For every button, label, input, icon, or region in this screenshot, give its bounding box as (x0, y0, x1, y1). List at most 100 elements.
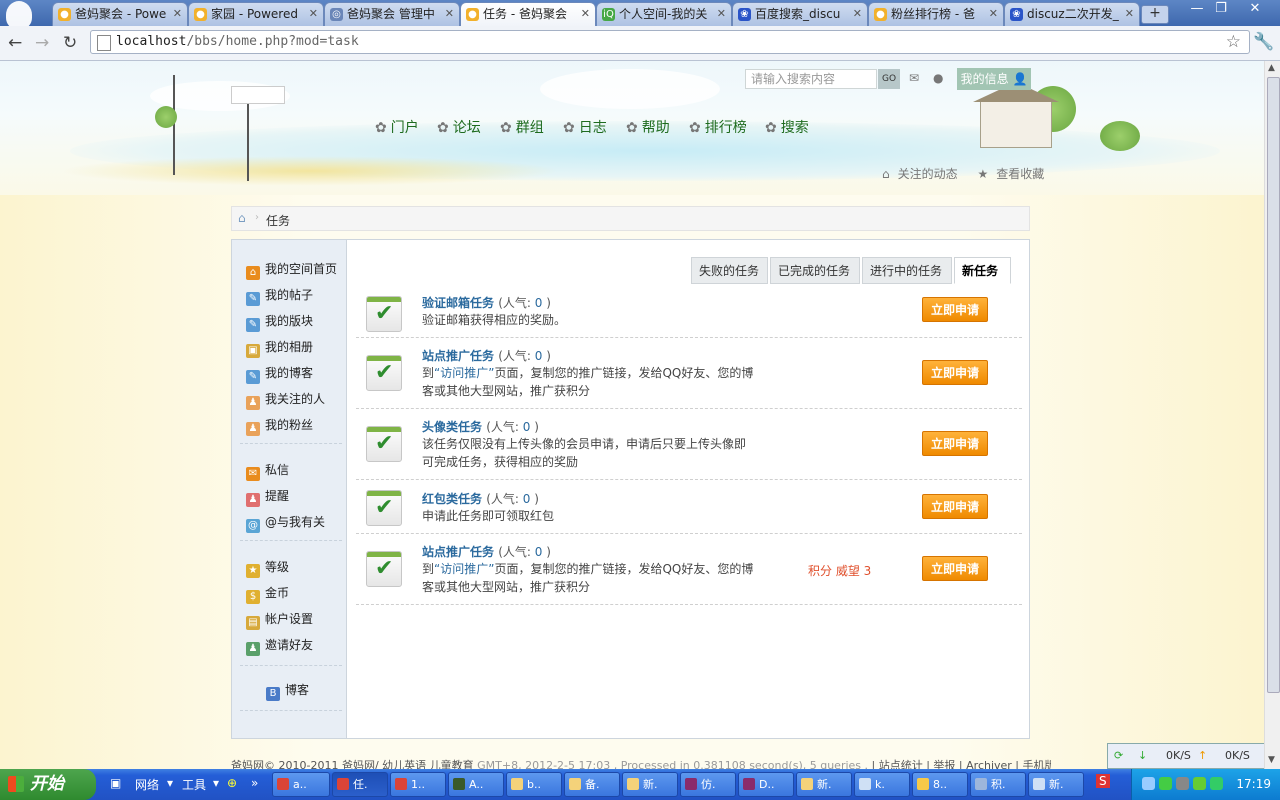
footer-links[interactable]: | 站点统计 | 举报 | Archiver | 手机版 (872, 759, 1051, 769)
new-tab-button[interactable]: + (1141, 5, 1169, 24)
minimize-button[interactable]: — (1184, 0, 1210, 18)
scroll-up-icon[interactable]: ▲ (1268, 63, 1275, 73)
nav-item-group[interactable]: ✿ 群组 (500, 117, 544, 137)
sidebar-item-mentions[interactable]: @ @与我有关 (246, 512, 325, 533)
bubble-icon[interactable]: ● (933, 71, 943, 85)
tab-close-icon[interactable]: ✕ (445, 3, 454, 25)
task-title[interactable]: 红包类任务 (人气: 0 ) (422, 490, 539, 507)
taskbar-button[interactable]: 仿. (680, 772, 736, 797)
taskbar-button[interactable]: k. (854, 772, 910, 797)
tab-close-icon[interactable]: ✕ (1125, 3, 1134, 25)
taskbar-button[interactable]: A.. (448, 772, 504, 797)
nav-item-blog[interactable]: ✿ 日志 (563, 117, 607, 137)
sidebar-item-messages[interactable]: ✉ 私信 (246, 460, 289, 481)
tab-close-icon[interactable]: ✕ (173, 3, 182, 25)
apply-task-button[interactable]: 立即申请 (922, 297, 988, 322)
taskbar-button[interactable]: D.. (738, 772, 794, 797)
nav-item-help[interactable]: ✿ 帮助 (626, 117, 670, 137)
bookmark-star-icon[interactable]: ☆ (1226, 32, 1241, 52)
promotion-link[interactable]: “访问推广” (434, 366, 494, 380)
apply-task-button[interactable]: 立即申请 (922, 494, 988, 519)
taskbar-button[interactable]: 新. (622, 772, 678, 797)
search-input[interactable]: 请输入搜索内容 (745, 69, 877, 89)
back-arrow-icon[interactable]: ← (8, 33, 22, 53)
tab-completed-tasks[interactable]: 已完成的任务 (770, 257, 860, 284)
sidebar-item-posts[interactable]: ✎ 我的帖子 (246, 285, 313, 306)
dropdown-arrow-icon[interactable]: ▾ (213, 776, 219, 790)
apply-task-button[interactable]: 立即申请 (922, 556, 988, 581)
dropdown-arrow-icon[interactable]: ▾ (167, 776, 173, 790)
tab-close-icon[interactable]: ✕ (853, 3, 862, 25)
clock[interactable]: 17:19 (1236, 777, 1271, 791)
tab-close-icon[interactable]: ✕ (717, 3, 726, 25)
tab-close-icon[interactable]: ✕ (989, 3, 998, 25)
taskbar-button[interactable]: a.. (272, 772, 330, 797)
wrench-icon[interactable]: 🔧 (1253, 32, 1274, 52)
tab-close-icon[interactable]: ✕ (309, 3, 318, 25)
nav-item-forum[interactable]: ✿ 论坛 (437, 117, 481, 137)
browser-tab-active[interactable]: ● 任务 - 爸妈聚会 ✕ (460, 2, 596, 26)
nav-item-ranking[interactable]: ✿ 排行榜 (689, 117, 747, 137)
browser-tab[interactable]: ❀ 百度搜索_discu ✕ (732, 2, 868, 26)
apply-task-button[interactable]: 立即申请 (922, 360, 988, 385)
tray-shield-icon[interactable] (1210, 777, 1223, 790)
search-go-button[interactable]: GO (878, 69, 900, 89)
browser-tab[interactable]: iQ 个人空间-我的关 ✕ (596, 2, 732, 26)
url-text[interactable]: localhost/bbs/home.php?mod=task (116, 34, 359, 49)
tab-ongoing-tasks[interactable]: 进行中的任务 (862, 257, 952, 284)
taskbar-button[interactable]: 1.. (390, 772, 446, 797)
tab-failed-tasks[interactable]: 失败的任务 (691, 257, 768, 284)
mail-icon[interactable]: ✉ (909, 71, 919, 85)
address-bar[interactable]: localhost/bbs/home.php?mod=task ☆ (90, 30, 1250, 54)
sidebar-item-level[interactable]: ★ 等级 (246, 557, 289, 578)
forward-arrow-icon[interactable]: → (35, 33, 49, 53)
home-icon[interactable]: ⌂ (238, 211, 246, 225)
tab-new-tasks[interactable]: 新任务 (954, 257, 1011, 284)
tray-speaker-icon[interactable] (1176, 777, 1189, 790)
vertical-scrollbar[interactable]: ▲ ▼ (1264, 61, 1280, 769)
add-circle-icon[interactable]: ⊕ (227, 776, 237, 790)
followed-feed-link[interactable]: ⌂ 关注的动态 (882, 167, 966, 181)
nav-item-search[interactable]: ✿ 搜索 (765, 117, 809, 137)
sidebar-item-space-home[interactable]: ⌂ 我的空间首页 (246, 259, 337, 280)
task-title[interactable]: 验证邮箱任务 (人气: 0 ) (422, 294, 551, 311)
browser-tab[interactable]: ● 粉丝排行榜 - 爸 ✕ (868, 2, 1004, 26)
sidebar-item-album[interactable]: ▣ 我的相册 (246, 337, 313, 358)
task-title[interactable]: 站点推广任务 (人气: 0 ) (422, 347, 551, 364)
task-title[interactable]: 站点推广任务 (人气: 0 ) (422, 543, 551, 560)
tab-close-icon[interactable]: ✕ (581, 3, 590, 25)
close-window-button[interactable]: ✕ (1242, 0, 1268, 18)
quick-launch-icon[interactable]: ▣ (110, 776, 121, 790)
sidebar-item-account-settings[interactable]: ▤ 帐户设置 (246, 609, 313, 630)
browser-tab[interactable]: ● 家园 - Powered ✕ (188, 2, 324, 26)
sogou-icon[interactable]: S (1096, 774, 1110, 788)
taskbar-button[interactable]: 8.. (912, 772, 968, 797)
reload-icon[interactable]: ↻ (63, 33, 77, 53)
quick-launch-network[interactable]: 网络 (135, 776, 159, 793)
taskbar-button[interactable]: 新. (796, 772, 852, 797)
favorites-link[interactable]: ★ 查看收藏 (977, 167, 1052, 181)
promotion-link[interactable]: “访问推广” (434, 562, 494, 576)
maximize-button[interactable]: ❐ (1208, 0, 1234, 18)
taskbar-button[interactable]: 积. (970, 772, 1026, 797)
sidebar-item-boards[interactable]: ✎ 我的版块 (246, 311, 313, 332)
sidebar-item-blog-app[interactable]: B 博客 (266, 680, 309, 701)
browser-tab[interactable]: ◎ 爸妈聚会 管理中 ✕ (324, 2, 460, 26)
quick-launch-tools[interactable]: 工具 (182, 776, 206, 793)
task-title[interactable]: 头像类任务 (人气: 0 ) (422, 418, 539, 435)
sidebar-item-following[interactable]: ♟ 我关注的人 (246, 389, 325, 410)
sidebar-item-blog[interactable]: ✎ 我的博客 (246, 363, 313, 384)
browser-tab[interactable]: ● 爸妈聚会 - Powe ✕ (52, 2, 188, 26)
nav-item-portal[interactable]: ✿ 门户 (375, 117, 419, 137)
scrollbar-thumb[interactable] (1267, 77, 1280, 693)
more-chevron-icon[interactable]: » (251, 776, 258, 790)
taskbar-button[interactable]: b.. (506, 772, 562, 797)
sidebar-item-fans[interactable]: ♟ 我的粉丝 (246, 415, 313, 436)
scroll-down-icon[interactable]: ▼ (1268, 755, 1275, 765)
tray-network-icon[interactable] (1142, 777, 1155, 790)
taskbar-button[interactable]: 新. (1028, 772, 1084, 797)
my-info-button[interactable]: 我的信息 👤 (957, 68, 1031, 90)
sidebar-item-coins[interactable]: $ 金币 (246, 583, 289, 604)
taskbar-button[interactable]: 备. (564, 772, 620, 797)
start-button[interactable]: 开始 (0, 769, 96, 800)
